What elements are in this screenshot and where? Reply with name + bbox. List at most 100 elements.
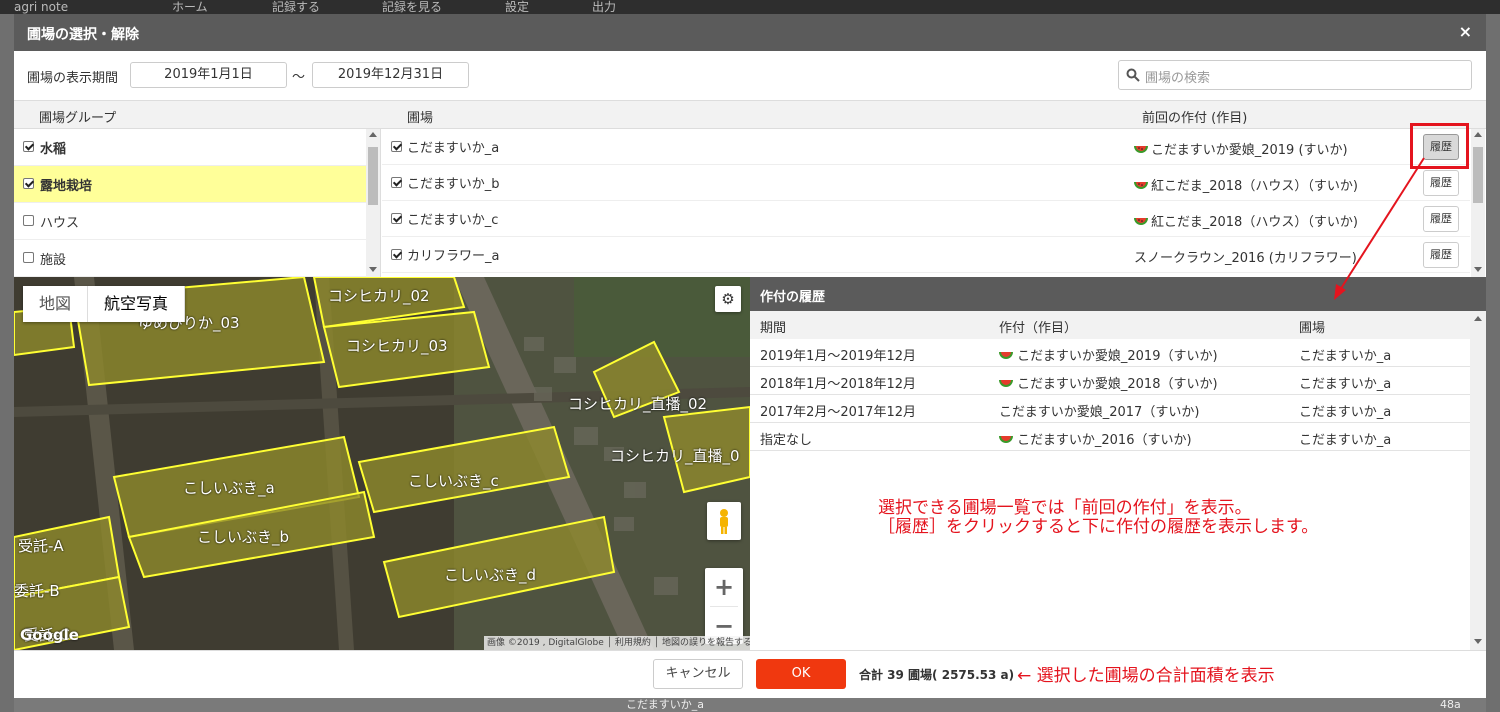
scroll-up-icon[interactable]	[1474, 316, 1482, 321]
cancel-button[interactable]: キャンセル	[653, 659, 743, 689]
field-name: カリフラワー_a	[407, 249, 500, 264]
search-icon	[1126, 68, 1140, 82]
history-crop: こだますいか_2016（すいか)	[999, 429, 1192, 448]
modal-footer: キャンセル OK 合計 39 圃場( 2575.53 a) ← 選択した圃場の合…	[14, 650, 1486, 698]
history-button[interactable]: 履歴	[1423, 170, 1459, 196]
field-name: こだますいか_b	[407, 177, 500, 192]
scroll-down-icon[interactable]	[1474, 267, 1482, 272]
checkbox-checked[interactable]	[23, 141, 34, 152]
checkbox-checked[interactable]	[391, 141, 402, 152]
watermelon-icon	[999, 351, 1013, 359]
checkbox-checked[interactable]	[391, 177, 402, 188]
watermelon-icon	[999, 379, 1013, 387]
field-search-input[interactable]: 圃場の検索	[1118, 60, 1472, 90]
map-type-tabs: 地図 航空写真	[23, 286, 186, 322]
brand-logo[interactable]: agri note	[14, 0, 68, 14]
field-row[interactable]: こだますいか_b 紅こだま_2018（ハウス）（すいか) 履歴	[382, 165, 1470, 201]
history-field: こだますいか_a	[1299, 433, 1392, 448]
group-label: 施設	[40, 253, 67, 268]
group-item-open-field[interactable]: 露地栽培	[14, 166, 366, 203]
history-button[interactable]: 履歴	[1423, 206, 1459, 232]
start-date-input[interactable]: 2019年1月1日	[130, 62, 287, 88]
history-row: 2017年2月～2017年12月 こだますいか愛娘_2017（すいか) こだます…	[750, 395, 1470, 423]
previous-crop: 紅こだま_2018（ハウス）（すいか)	[1134, 175, 1358, 194]
history-scrollbar[interactable]	[1470, 311, 1486, 650]
previous-crop-text: スノークラウン_2016 (カリフラワー)	[1134, 251, 1357, 266]
gear-icon[interactable]: ⚙	[715, 286, 741, 312]
history-title: 作付の履歴	[750, 277, 1486, 311]
group-list-scrollbar[interactable]	[366, 129, 380, 277]
history-crop: こだますいか愛娘_2019（すいか)	[999, 345, 1218, 364]
field-row[interactable]: カリフラワー_a スノークラウン_2016 (カリフラワー) 履歴	[382, 237, 1470, 273]
previous-crop: こだますいか愛娘_2019 (すいか)	[1134, 139, 1348, 158]
app-top-nav: agri note ホーム 記録する 記録を見る 設定 出力	[0, 0, 1500, 14]
history-header-field: 圃場	[1299, 321, 1326, 336]
column-headers: 圃場グループ 圃場 前回の作付 (作目)	[14, 101, 1486, 129]
annotation-note: 選択できる圃場一覧では「前回の作付」を表示。 ［履歴］をクリックすると下に作付の…	[878, 499, 1318, 537]
map-attribution[interactable]: 画像 ©2019 , DigitalGlobe │ 利用規約 │ 地図の誤りを報…	[484, 636, 750, 650]
street-view-pegman-icon[interactable]	[707, 502, 741, 540]
watermelon-icon	[999, 435, 1013, 443]
group-item-facility[interactable]: 施設	[14, 240, 366, 277]
scrollbar-thumb[interactable]	[368, 147, 378, 205]
zoom-control: + −	[705, 568, 743, 644]
annotation-highlight-box	[1410, 123, 1469, 169]
tab-satellite[interactable]: 航空写真	[88, 286, 186, 322]
field-row[interactable]: こだますいか_c 紅こだま_2018（ハウス）（すいか) 履歴	[382, 201, 1470, 237]
history-period: 2019年1月～2019年12月	[760, 349, 916, 364]
background-page-bottom: こだますいか_a 48a	[14, 698, 1486, 712]
group-label: ハウス	[40, 216, 80, 231]
end-date-input[interactable]: 2019年12月31日	[312, 62, 469, 88]
map-label: こしいぶき_a	[183, 479, 275, 497]
field-list-scrollbar[interactable]	[1471, 129, 1485, 277]
group-column-header: 圃場グループ	[39, 111, 117, 126]
scrollbar-thumb[interactable]	[1473, 147, 1483, 203]
group-item-house[interactable]: ハウス	[14, 203, 366, 240]
nav-record[interactable]: 記録する	[272, 0, 320, 14]
group-item-rice[interactable]: 水稲	[14, 129, 366, 166]
tab-map[interactable]: 地図	[23, 286, 89, 322]
checkbox-checked[interactable]	[23, 178, 34, 189]
history-button[interactable]: 履歴	[1423, 242, 1459, 268]
field-row[interactable]: こだますいか_a こだますいか愛娘_2019 (すいか) 履歴	[382, 129, 1470, 165]
history-period: 2017年2月～2017年12月	[760, 405, 916, 420]
search-placeholder: 圃場の検索	[1145, 71, 1211, 86]
nav-home[interactable]: ホーム	[172, 0, 208, 14]
field-list: こだますいか_a こだますいか愛娘_2019 (すいか) 履歴 こだますいか_b…	[382, 129, 1486, 277]
previous-crop: 紅こだま_2018（ハウス）（すいか)	[1134, 211, 1358, 230]
scroll-down-icon[interactable]	[369, 267, 377, 272]
satellite-map[interactable]: コシヒカリ_02 ゆめぴりか_03 コシヒカリ_03 コシヒカリ_直播_02 コ…	[14, 277, 750, 650]
nav-view-records[interactable]: 記録を見る	[382, 0, 442, 14]
history-field: こだますいか_a	[1299, 405, 1392, 420]
period-label: 圃場の表示期間	[27, 71, 119, 86]
map-label: こしいぶき_c	[408, 472, 499, 490]
checkbox-checked[interactable]	[391, 213, 402, 224]
scroll-up-icon[interactable]	[1474, 132, 1482, 137]
history-period: 指定なし	[760, 433, 813, 448]
modal-header: 圃場の選択・解除 ×	[14, 14, 1486, 51]
field-column-header: 圃場	[407, 111, 434, 126]
history-table-header: 期間 作付（作目） 圃場	[750, 311, 1470, 339]
zoom-in-button[interactable]: +	[705, 568, 743, 606]
annotation-line: ［履歴］をクリックすると下に作付の履歴を表示します。	[878, 517, 1319, 537]
close-icon[interactable]: ×	[1459, 22, 1472, 41]
checkbox-unchecked[interactable]	[23, 215, 34, 226]
scroll-down-icon[interactable]	[1474, 639, 1482, 644]
previous-crop-text: こだますいか愛娘_2019 (すいか)	[1151, 143, 1348, 158]
scroll-up-icon[interactable]	[369, 132, 377, 137]
checkbox-unchecked[interactable]	[23, 252, 34, 263]
nav-settings[interactable]: 設定	[505, 0, 529, 14]
nav-export[interactable]: 出力	[592, 0, 616, 14]
history-crop-text: こだますいか愛娘_2018（すいか)	[1017, 377, 1218, 392]
ok-button[interactable]: OK	[756, 659, 846, 689]
history-row: 2019年1月～2019年12月 こだますいか愛娘_2019（すいか) こだます…	[750, 339, 1470, 367]
map-label: コシヒカリ_直播_02	[568, 395, 708, 413]
period-separator: ～	[292, 70, 306, 85]
watermelon-icon	[1134, 181, 1148, 189]
period-bar: 圃場の表示期間 2019年1月1日 ～ 2019年12月31日 圃場の検索	[14, 51, 1486, 101]
background-page-right	[1486, 14, 1500, 712]
history-field: こだますいか_a	[1299, 349, 1392, 364]
map-label: こしいぶき_b	[197, 528, 290, 546]
group-list: 水稲 露地栽培 ハウス 施設	[14, 129, 381, 277]
checkbox-checked[interactable]	[391, 249, 402, 260]
